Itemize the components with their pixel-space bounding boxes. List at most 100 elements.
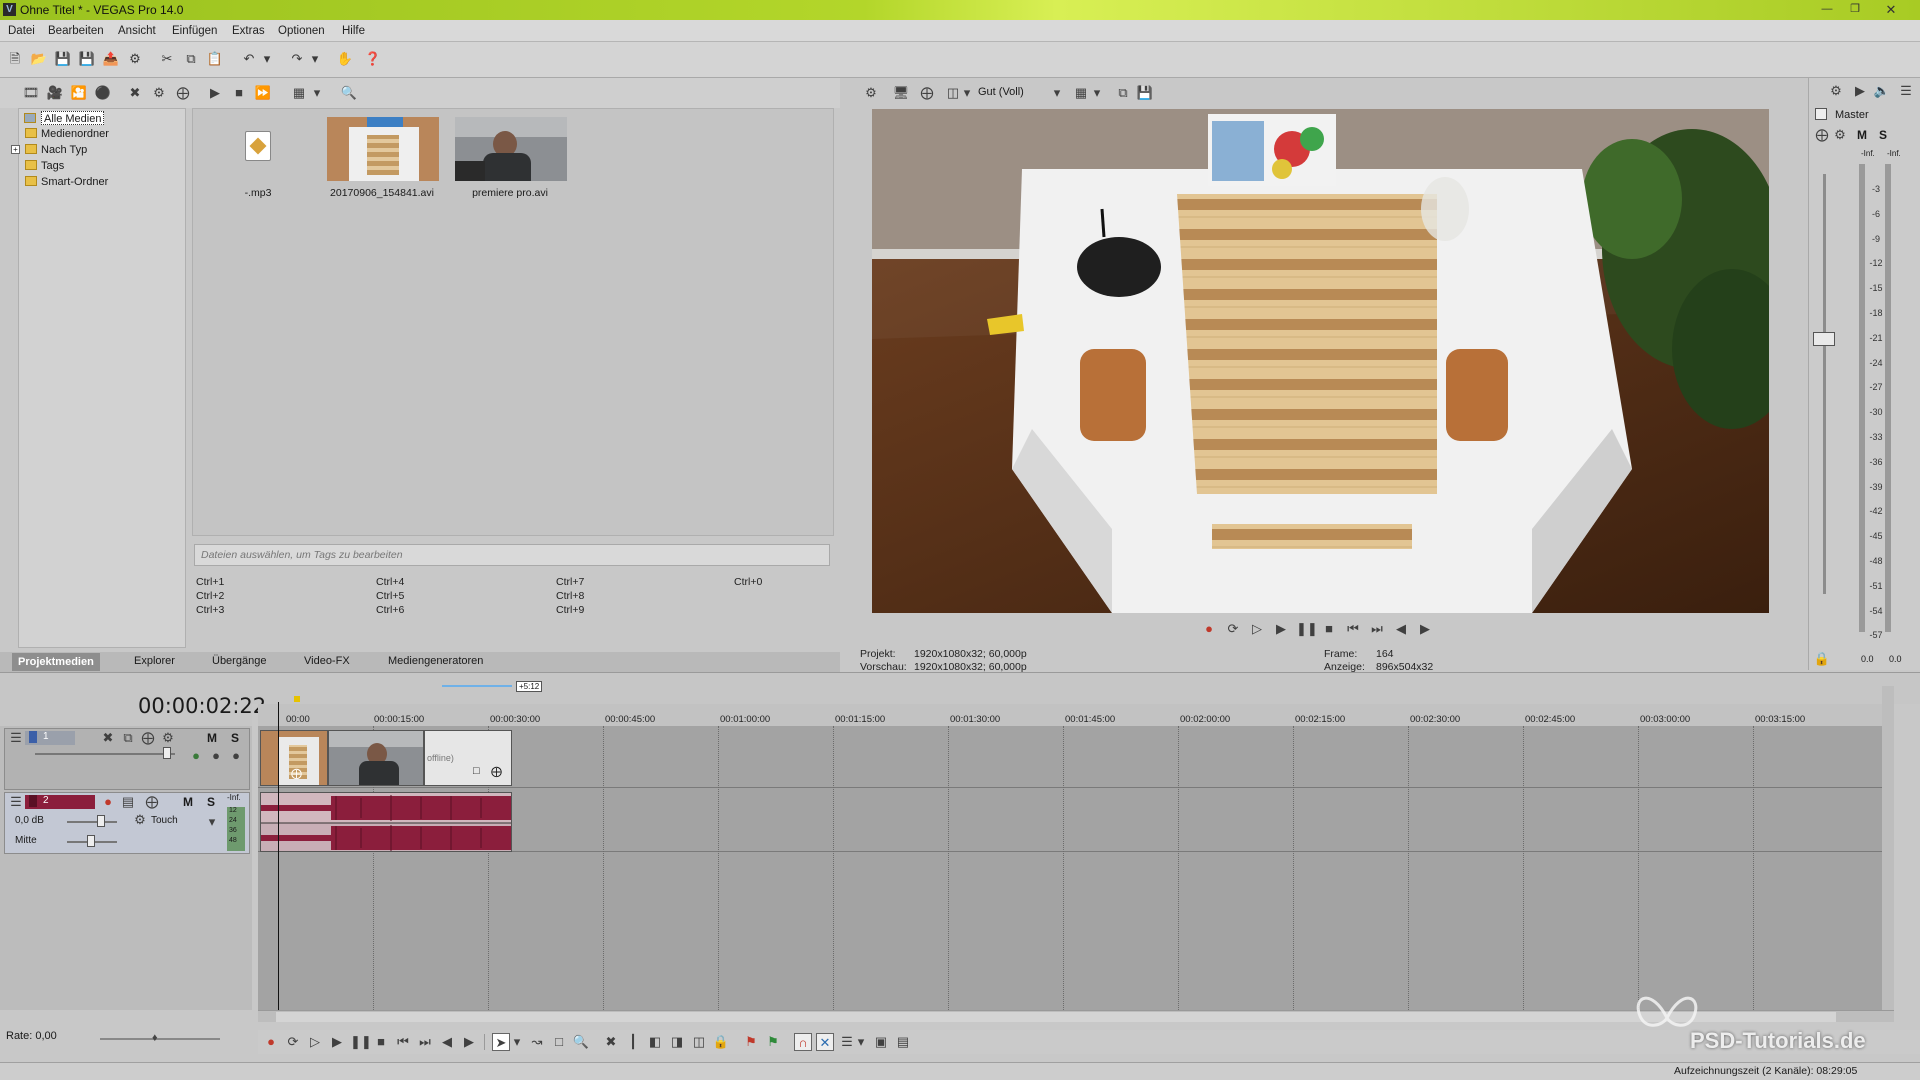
next-frame-icon[interactable]: ▶	[460, 1033, 478, 1051]
track-settings-gear-icon[interactable]: ⚙	[159, 729, 177, 747]
media-properties-icon[interactable]: ⚙	[150, 84, 168, 102]
tab-mediengeneratoren[interactable]: Mediengeneratoren	[388, 655, 483, 667]
capture-icon[interactable]: 🎥	[46, 84, 64, 102]
menu-einfuegen[interactable]: Einfügen	[172, 25, 217, 37]
menu-optionen[interactable]: Optionen	[278, 25, 325, 37]
save-icon[interactable]: 💾	[54, 50, 72, 68]
volume-slider-handle[interactable]	[97, 815, 105, 827]
audio-track-header[interactable]: ☰ 2 ● ▤ ⨁ M S -Inf. 0,0 dB ⚙ Touch ▾ Mit…	[4, 792, 250, 854]
record-icon[interactable]: ●	[1200, 620, 1218, 638]
save-as-icon[interactable]: 💾	[78, 50, 96, 68]
tree-item-nach-typ[interactable]: + Nach Typ	[11, 143, 87, 157]
video-mute-button[interactable]: M	[207, 731, 217, 745]
split-icon[interactable]: ◫	[690, 1033, 708, 1051]
get-media-icon[interactable]: 🎦	[70, 84, 88, 102]
rate-slider-handle[interactable]: ♦	[152, 1032, 168, 1044]
properties-gear-icon[interactable]: ⚙	[126, 50, 144, 68]
go-to-start-icon[interactable]: ⏮	[1344, 620, 1362, 638]
pause-icon[interactable]: ❚❚	[1296, 620, 1318, 638]
undo-icon[interactable]: ↶	[240, 50, 258, 68]
insert-region-icon[interactable]: ⚑	[764, 1033, 782, 1051]
selection-tool-icon[interactable]: □	[550, 1033, 568, 1051]
pause-icon[interactable]: ❚❚	[350, 1033, 372, 1051]
menu-datei[interactable]: Datei	[8, 25, 35, 37]
play-from-start-icon[interactable]: ▷	[306, 1033, 324, 1051]
redo-icon[interactable]: ↷	[288, 50, 306, 68]
automation-mode[interactable]: Touch	[151, 815, 178, 826]
video-preview[interactable]	[872, 109, 1769, 613]
media-tools-icon[interactable]: ⨁	[174, 84, 192, 102]
zoom-tool-icon[interactable]: 🔍	[572, 1033, 590, 1051]
play-from-start-icon[interactable]: ▷	[1248, 620, 1266, 638]
video-event-clip[interactable]	[328, 730, 424, 786]
tree-item-tags[interactable]: Tags	[25, 159, 64, 173]
master-checkbox[interactable]	[1815, 108, 1827, 120]
snapping-magnet-icon[interactable]: ∩	[794, 1033, 812, 1051]
delete-icon[interactable]: ✖	[602, 1033, 620, 1051]
menu-bearbeiten[interactable]: Bearbeiten	[48, 25, 104, 37]
normal-edit-tool-icon[interactable]: ➤	[492, 1033, 510, 1051]
child-compositing-icon[interactable]: ●	[207, 747, 225, 765]
video-track-header[interactable]: ☰ 1 ✖ ⧉ ⨁ ⚙ M S ● ● ●	[4, 728, 250, 790]
render-icon[interactable]: 📤	[102, 50, 120, 68]
loop-playback-icon[interactable]: ⟳	[1224, 620, 1242, 638]
master-fader-handle[interactable]	[1813, 332, 1835, 346]
copy-icon[interactable]: ⧉	[182, 50, 200, 68]
external-monitor-icon[interactable]: 🖥	[892, 84, 910, 102]
envelope-tool-icon[interactable]: ↝	[528, 1033, 546, 1051]
next-frame-icon[interactable]: ▶	[1416, 620, 1434, 638]
lock-icon[interactable]: 🔒	[1813, 650, 1831, 668]
audio-fx-icon[interactable]: ▤	[119, 793, 137, 811]
mixer-settings-gear-icon[interactable]: ⚙	[1827, 82, 1845, 100]
tree-item-alle-medien[interactable]: Alle Medien	[24, 111, 105, 125]
tags-input[interactable]: Dateien auswählen, um Tags zu bearbeiten	[194, 544, 830, 566]
tab-uebergaenge[interactable]: Übergänge	[212, 655, 266, 667]
media-thumbnail[interactable]	[327, 117, 439, 181]
master-fx-icon[interactable]: ⨁	[1813, 126, 1831, 144]
close-icon[interactable]: ✕	[1880, 2, 1902, 17]
preview-quality[interactable]: Gut (Voll)	[978, 86, 1024, 98]
lock-envelopes-icon[interactable]: ▣	[872, 1033, 890, 1051]
import-media-icon[interactable]: 🎞	[22, 84, 40, 102]
views-dropdown-icon[interactable]: ▾	[312, 84, 322, 102]
compositing-mode-icon[interactable]: ⧉	[119, 729, 137, 747]
ignore-grouping-icon[interactable]: ▤	[894, 1033, 912, 1051]
auto-preview-icon[interactable]: ⏩	[254, 84, 272, 102]
expand-icon[interactable]: +	[11, 145, 20, 154]
track-minimize-icon[interactable]: ☰	[7, 729, 25, 747]
play-media-icon[interactable]: ▶	[206, 84, 224, 102]
stop-icon[interactable]: ■	[1320, 620, 1338, 638]
tab-explorer[interactable]: Explorer	[134, 655, 175, 667]
media-thumbnail[interactable]	[455, 117, 567, 181]
dim-output-icon[interactable]: 🔈	[1873, 82, 1891, 100]
insert-marker-icon[interactable]: ⚑	[742, 1033, 760, 1051]
undo-dropdown-icon[interactable]: ▾	[262, 50, 272, 68]
auto-ripple-icon[interactable]: ☰	[838, 1033, 856, 1051]
overlays-grid-icon[interactable]: ▦	[1072, 84, 1090, 102]
trim-start-icon[interactable]: ◧	[646, 1033, 664, 1051]
offline-event-clip[interactable]: offline) □ ⨁	[424, 730, 512, 786]
ripple-dropdown-icon[interactable]: ▾	[856, 1033, 866, 1051]
tree-item-smart-ordner[interactable]: Smart-Ordner	[25, 175, 108, 189]
loop-playback-icon[interactable]: ⟳	[284, 1033, 302, 1051]
audio-track-motion-icon[interactable]: ⨁	[143, 793, 161, 811]
quality-dropdown-icon[interactable]: ▾	[1052, 84, 1062, 102]
redo-dropdown-icon[interactable]: ▾	[310, 50, 320, 68]
help-icon[interactable]: ❓	[364, 50, 382, 68]
search-icon[interactable]: 🔍	[340, 84, 358, 102]
downmix-icon[interactable]: ▶	[1851, 82, 1869, 100]
audio-event-clip[interactable]	[260, 792, 512, 852]
minimize-icon[interactable]: —	[1816, 2, 1838, 17]
timeline-ruler[interactable]: 00:00 00:00:15:00 00:00:30:00 00:00:45:0…	[258, 696, 1894, 726]
edit-tool-dropdown-icon[interactable]: ▾	[512, 1033, 522, 1051]
overlays-dropdown-icon[interactable]: ▾	[1092, 84, 1102, 102]
master-settings-icon[interactable]: ⚙	[1831, 126, 1849, 144]
master-solo-button[interactable]: S	[1879, 128, 1887, 142]
playhead-marker-icon[interactable]	[294, 696, 300, 702]
auto-crossfade-icon[interactable]: ✕	[816, 1033, 834, 1051]
timeline-vertical-scrollbar[interactable]	[1882, 686, 1894, 1010]
preview-properties-gear-icon[interactable]: ⚙	[862, 84, 880, 102]
save-snapshot-icon[interactable]: 💾	[1136, 84, 1154, 102]
composite-level-icon[interactable]: ●	[227, 747, 245, 765]
paste-icon[interactable]: 📋	[206, 50, 224, 68]
